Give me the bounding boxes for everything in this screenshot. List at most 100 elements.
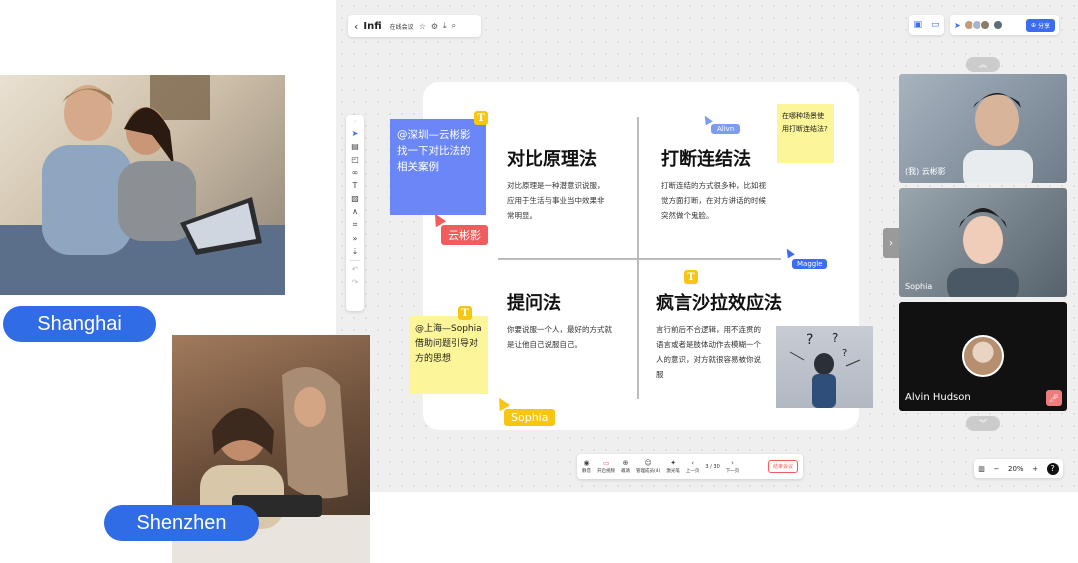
- laser-pointer-button[interactable]: ✦ 激光笔: [666, 459, 680, 474]
- participant-name: (我) 云彬影: [905, 167, 946, 176]
- chevron-up-icon: ︽: [979, 60, 987, 69]
- drawing-toolbar: ‹ ➤ ▤ ◰ ∞ T ▨ ∧ ⌗ » ⇣ ↶ ↷: [346, 115, 364, 311]
- zoom-level: 20%: [1008, 464, 1024, 473]
- invite-button[interactable]: ⊕ 邀请: [621, 459, 630, 474]
- video-button[interactable]: ▭ 开启视频: [597, 459, 615, 474]
- redo-icon[interactable]: ↷: [352, 278, 359, 287]
- meeting-icon[interactable]: ▣: [913, 20, 922, 30]
- confused-person-image[interactable]: ? ? ?: [776, 326, 873, 408]
- zoom-out-button[interactable]: −: [994, 465, 1000, 473]
- meeting-label: 在线会议: [389, 23, 414, 31]
- mute-button[interactable]: ◉ 静音: [582, 459, 591, 474]
- more-icon[interactable]: »: [353, 234, 358, 243]
- video-tile[interactable]: Alvin Hudson 🎤︎: [899, 302, 1067, 411]
- laser-label: 激光笔: [666, 469, 680, 474]
- quadrant-body[interactable]: 对比原理是一种潜意识说服，应用于生活与事业当中效果非常明显。: [507, 178, 611, 223]
- sticky-note-blue[interactable]: @深圳—云彬影 找一下对比法的相关案例: [390, 119, 486, 215]
- text-edit-icon: T: [458, 306, 472, 320]
- video-scroll-down-button[interactable]: ︾: [966, 416, 1000, 431]
- collaboration-photo: [0, 75, 285, 295]
- camera-icon: ▭: [602, 459, 610, 467]
- frame-icon[interactable]: ▤: [351, 142, 359, 151]
- collapse-video-panel-button[interactable]: ›: [883, 228, 899, 258]
- shanghai-photo: [0, 75, 285, 295]
- share-label: 分享: [1037, 22, 1050, 30]
- follow-cursor-icon[interactable]: ➤: [954, 21, 961, 30]
- expand-icon[interactable]: ⇣: [352, 247, 359, 256]
- user-add-icon: ⊕: [1030, 21, 1036, 29]
- chevron-left-icon: ‹: [691, 459, 695, 467]
- quadrant-body[interactable]: 打断连结的方式很多种，比如视觉方面打断，在对方讲话的时候突然做个鬼脸。: [661, 178, 773, 223]
- pen-icon[interactable]: ∧: [352, 207, 358, 216]
- video-tile[interactable]: (我) 云彬影: [899, 74, 1067, 183]
- stage: ‹ Infi 在线会议 ☆ ⚙ ⤓ ⌕ ▣ ▭ ➤ ⊕ 分享 ‹ ➤ ▤ ◰ ∞ …: [0, 0, 1078, 563]
- map-icon[interactable]: ▥: [978, 465, 985, 473]
- cursor-label: 云彬影: [441, 225, 488, 245]
- avatar[interactable]: [979, 20, 990, 30]
- members-icon: ☺: [644, 459, 652, 467]
- sticky-note-icon[interactable]: ◰: [351, 155, 359, 164]
- select-icon[interactable]: ➤: [352, 129, 359, 138]
- sticky-note-yellow[interactable]: 在哪种场景使用打断连结法?: [777, 104, 834, 163]
- zoom-controls: ▥ − 20% + ?: [974, 459, 1063, 478]
- quadrant-title[interactable]: 疯言沙拉效应法: [656, 289, 782, 315]
- board-header: ‹ Infi 在线会议 ☆ ⚙ ⤓ ⌕: [348, 15, 481, 37]
- sticky-note-yellow[interactable]: @上海—Sophia 借助问题引导对方的思想: [409, 316, 488, 394]
- back-icon[interactable]: ‹: [354, 20, 358, 33]
- quadrant-title[interactable]: 提问法: [507, 289, 561, 315]
- chevron-right-icon: ›: [731, 459, 734, 467]
- meeting-controls: ▣ ▭: [909, 15, 944, 35]
- cursor-label: Maggle: [792, 259, 828, 269]
- gear-icon[interactable]: ⚙: [431, 22, 438, 31]
- video-label: 开启视频: [597, 469, 615, 474]
- city-label: Shenzhen: [104, 505, 259, 541]
- next-label: 下一页: [725, 469, 740, 474]
- city-label: Shanghai: [3, 306, 156, 342]
- search-icon[interactable]: ⌕: [452, 21, 456, 31]
- cursor-label: Sophia: [504, 409, 556, 426]
- link-icon[interactable]: ∞: [352, 168, 359, 177]
- chevron-down-icon: ︾: [979, 419, 987, 428]
- invite-icon: ⊕: [622, 459, 629, 467]
- end-meeting-button[interactable]: 结束会议: [767, 460, 798, 473]
- participant-name: Alvin Hudson: [905, 392, 971, 403]
- chat-icon[interactable]: ▭: [931, 20, 940, 30]
- microphone-icon: ◉: [583, 459, 590, 467]
- quadrant-title[interactable]: 打断连结法: [661, 145, 751, 171]
- mute-label: 静音: [582, 469, 591, 474]
- invite-label: 邀请: [621, 469, 630, 474]
- meeting-toolbar: ◉ 静音 ▭ 开启视频 ⊕ 邀请 ☺ 管理成员(4) ✦ 激光笔 ‹ 上一页 3 / 30 …: [577, 454, 803, 479]
- crop-icon[interactable]: ⌗: [353, 220, 358, 230]
- prev-label: 上一页: [685, 469, 700, 474]
- horizontal-axis: [498, 258, 781, 260]
- svg-text:?: ?: [806, 332, 813, 348]
- image-icon[interactable]: ▨: [351, 194, 359, 203]
- svg-text:?: ?: [832, 331, 838, 345]
- laser-icon: ✦: [670, 459, 677, 467]
- quadrant-body[interactable]: 你要说服一个人，最好的方式就是让他自己说服自己。: [507, 322, 617, 352]
- star-icon[interactable]: ☆: [419, 22, 426, 31]
- video-scroll-up-button[interactable]: ︽: [966, 57, 1000, 72]
- participant-name: Sophia: [905, 282, 933, 291]
- cursor-label: Alivn: [711, 124, 741, 134]
- prev-page-button[interactable]: ‹ 上一页: [686, 459, 700, 474]
- share-button[interactable]: ⊕ 分享: [1025, 18, 1055, 32]
- zoom-in-button[interactable]: +: [1032, 465, 1038, 473]
- text-icon[interactable]: T: [353, 181, 358, 190]
- help-icon[interactable]: ?: [1046, 462, 1059, 475]
- download-icon[interactable]: ⤓: [443, 21, 447, 31]
- video-tile[interactable]: Sophia: [899, 188, 1067, 297]
- avatar: [962, 335, 1004, 377]
- text-edit-icon: T: [474, 111, 488, 125]
- manage-members-button[interactable]: ☺ 管理成员(4): [636, 459, 660, 474]
- next-page-button[interactable]: › 下一页: [726, 459, 740, 474]
- avatar[interactable]: [992, 20, 1003, 30]
- quadrant-title[interactable]: 对比原理法: [507, 145, 597, 171]
- quadrant-body[interactable]: 言行前后不合逻辑，用不连贯的语言或者是肢体动作去模糊一个人的意识，对方就很容易被…: [656, 322, 766, 382]
- undo-icon[interactable]: ↶: [352, 265, 359, 274]
- vertical-axis: [637, 117, 639, 399]
- text-edit-icon: T: [684, 270, 698, 284]
- collapse-icon[interactable]: ‹: [354, 119, 356, 125]
- board-title: Infi: [363, 20, 382, 32]
- members-label: 管理成员(4): [636, 469, 661, 474]
